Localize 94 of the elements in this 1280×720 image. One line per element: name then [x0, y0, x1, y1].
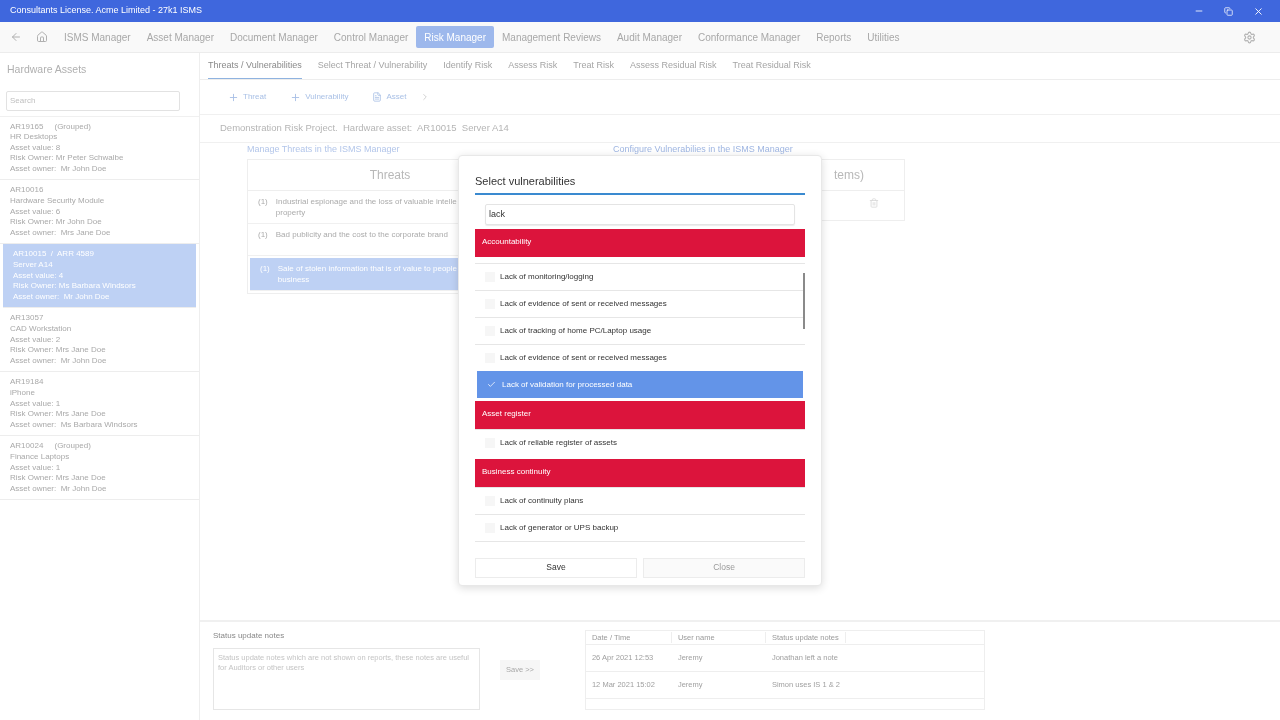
vulnerability-item[interactable]: Lack of tracking of home PC/Laptop usage	[475, 316, 805, 344]
asset-line: CAD Workstation	[10, 324, 73, 335]
asset-line: Asset value: 6	[10, 206, 62, 218]
threat-text: property	[275, 207, 307, 218]
toolbar-button[interactable]: Threat	[228, 91, 267, 103]
nav-tab[interactable]: Asset Manager	[138, 26, 222, 48]
asset-line: AR19165 (Grouped)	[10, 121, 92, 133]
toolbar-button[interactable]: Asset	[372, 91, 407, 103]
settings-icon[interactable]	[1243, 30, 1256, 44]
asset-line: AR13057	[10, 313, 45, 324]
item-label: Lack of reliable register of assets	[500, 436, 617, 449]
asset-line: iPhone	[10, 387, 36, 399]
asset-line: AR10016	[10, 185, 45, 197]
close-icon[interactable]	[1253, 5, 1264, 17]
asset-line: Risk Owner: Mrs Jane Doe	[10, 473, 107, 484]
nav-tab[interactable]: Audit Manager	[608, 26, 690, 48]
item-label: Lack of validation for processed data	[502, 378, 633, 391]
nav-tab[interactable]: Management Reviews	[494, 26, 609, 48]
nav-tab[interactable]: Risk Manager	[416, 26, 494, 48]
sidebar-title: Hardware Assets	[6, 62, 88, 77]
vulnerability-item[interactable]: Lack of reliable register of assets	[475, 428, 805, 456]
nav-tab[interactable]: Document Manager	[221, 26, 326, 48]
home-icon[interactable]	[36, 31, 48, 43]
asset-line: Hardware Security Module	[10, 196, 106, 207]
category-header: Business continuity	[475, 458, 805, 487]
asset-item[interactable]: AR19184 iPhone Asset value: 1 Risk Owner: Mrs Jane Doe Asset owner: Ms Barbara Windsors	[0, 372, 199, 437]
asset-item[interactable]: AR10024 (Grouped) Finance Laptops Asset value: 1 Risk Owner: Mrs Jane Doe Asset owner: Mr John Doe	[0, 436, 199, 501]
trash-icon[interactable]	[869, 198, 879, 208]
asset-line: Risk Owner: Mr John Doe	[10, 217, 103, 228]
asset-line: AR10024 (Grouped)	[10, 441, 92, 452]
asset-line: Asset value: 1	[10, 398, 62, 410]
step-tab[interactable]: Threats / Vulnerabilities	[208, 58, 302, 79]
item-label: Lack of continuity plans	[500, 494, 584, 507]
asset-line: Asset value: 1	[10, 462, 62, 474]
asset-item[interactable]: AR19165 (Grouped) HR Desktops Asset value: 8 Risk Owner: Mr Peter Schwalbe Asset owner: Mr John Doe	[0, 116, 199, 181]
asset-line: AR10015 / ARR 4589	[13, 249, 95, 261]
vulnerability-item[interactable]: Lack of validation for processed data	[477, 370, 803, 398]
asset-line: Server A14	[13, 260, 54, 271]
asset-line: Asset value: 2	[10, 334, 62, 346]
vulnerability-item[interactable]: Lack of monitoring/logging	[475, 262, 805, 290]
asset-line: Asset owner: Mr John Doe	[10, 355, 108, 367]
asset-line: Asset value: 8	[10, 142, 62, 154]
toolbar-button[interactable]: Vulnerability	[290, 91, 349, 103]
nav-tab[interactable]: Utilities	[859, 26, 908, 48]
threat-count: (1)	[258, 229, 268, 241]
step-tab[interactable]: Treat Residual Risk	[732, 58, 811, 79]
asset-line: Asset owner: Mr John Doe	[10, 483, 108, 495]
asset-line: Risk Owner: Mrs Jane Doe	[10, 409, 107, 420]
item-label: Lack of evidence of sent or received messages	[500, 297, 667, 310]
status-label: Status update notes	[213, 630, 286, 642]
plus-icon	[228, 91, 239, 103]
step-tab[interactable]: Select Threat / Vulnerability	[317, 58, 428, 79]
vulnerabilities-link[interactable]: Configure Vulnerabilies in the ISMS Manager	[613, 143, 905, 159]
step-tab[interactable]: Assess Risk	[508, 58, 558, 79]
asset-line: HR Desktops	[10, 132, 59, 143]
threat-text: Industrial espionage and the loss of valuable intelle	[275, 196, 457, 207]
asset-line: Asset owner: Mr John Doe	[10, 163, 108, 175]
asset-line: Asset value: 4	[13, 270, 65, 282]
item-label: Lack of tracking of home PC/Laptop usage	[500, 324, 652, 337]
item-label: Lack of generator or UPS backup	[500, 521, 619, 534]
nav-tab[interactable]: Conformance Manager	[689, 26, 809, 48]
nav-tab[interactable]: Reports	[808, 26, 860, 48]
document-icon	[372, 92, 383, 102]
asset-line: AR19184	[10, 377, 45, 388]
vulnerability-item[interactable]: Lack of continuity plans	[475, 486, 805, 514]
asset-line: Risk Owner: Mrs Jane Doe	[10, 345, 107, 356]
save-button[interactable]: Save	[475, 557, 637, 578]
project-line: Demonstration Risk Project. Hardware asset: AR10015 Server A14	[220, 121, 509, 136]
filter-field[interactable]: lack	[485, 203, 795, 225]
vulnerability-item[interactable]: Lack of evidence of sent or received messages	[475, 343, 805, 371]
asset-line: Asset owner: Mrs Jane Doe	[10, 227, 112, 239]
nav-tab[interactable]: ISMS Manager	[56, 26, 139, 48]
asset-line: Risk Owner: Mr Peter Schwalbe	[10, 153, 125, 164]
asset-item[interactable]: AR13057 CAD Workstation Asset value: 2 Risk Owner: Mrs Jane Doe Asset owner: Mr John Doe	[0, 308, 199, 373]
restore-icon[interactable]	[1224, 6, 1233, 16]
step-tab[interactable]: Assess Residual Risk	[630, 58, 717, 79]
threat-text: Bad publicity and the cost to the corporate brand	[275, 229, 448, 240]
window-title: Consultants License. Acme Limited - 27k1 ISMS	[10, 4, 203, 18]
plus-icon	[290, 91, 302, 103]
asset-line: Finance Laptops	[10, 451, 71, 463]
step-tab[interactable]: Identify Risk	[443, 58, 493, 79]
step-tab[interactable]: Treat Risk	[573, 58, 614, 79]
vulnerability-item[interactable]: Lack of generator or UPS backup	[475, 513, 805, 541]
check-icon	[487, 380, 496, 389]
asset-line: Asset owner: Ms Barbara Windsors	[10, 419, 139, 431]
dialog-title: Select vulnerabilities	[475, 173, 805, 195]
category-header: Asset register	[475, 400, 805, 429]
scrollbar[interactable]	[803, 272, 805, 329]
close-button[interactable]: Close	[643, 557, 805, 578]
item-label: Lack of evidence of sent or received messages	[500, 351, 667, 364]
nav-tab[interactable]: Control Manager	[325, 26, 417, 48]
back-icon[interactable]	[10, 31, 22, 43]
threat-count: (1)	[258, 196, 268, 208]
category-header: Accountability	[475, 228, 805, 257]
